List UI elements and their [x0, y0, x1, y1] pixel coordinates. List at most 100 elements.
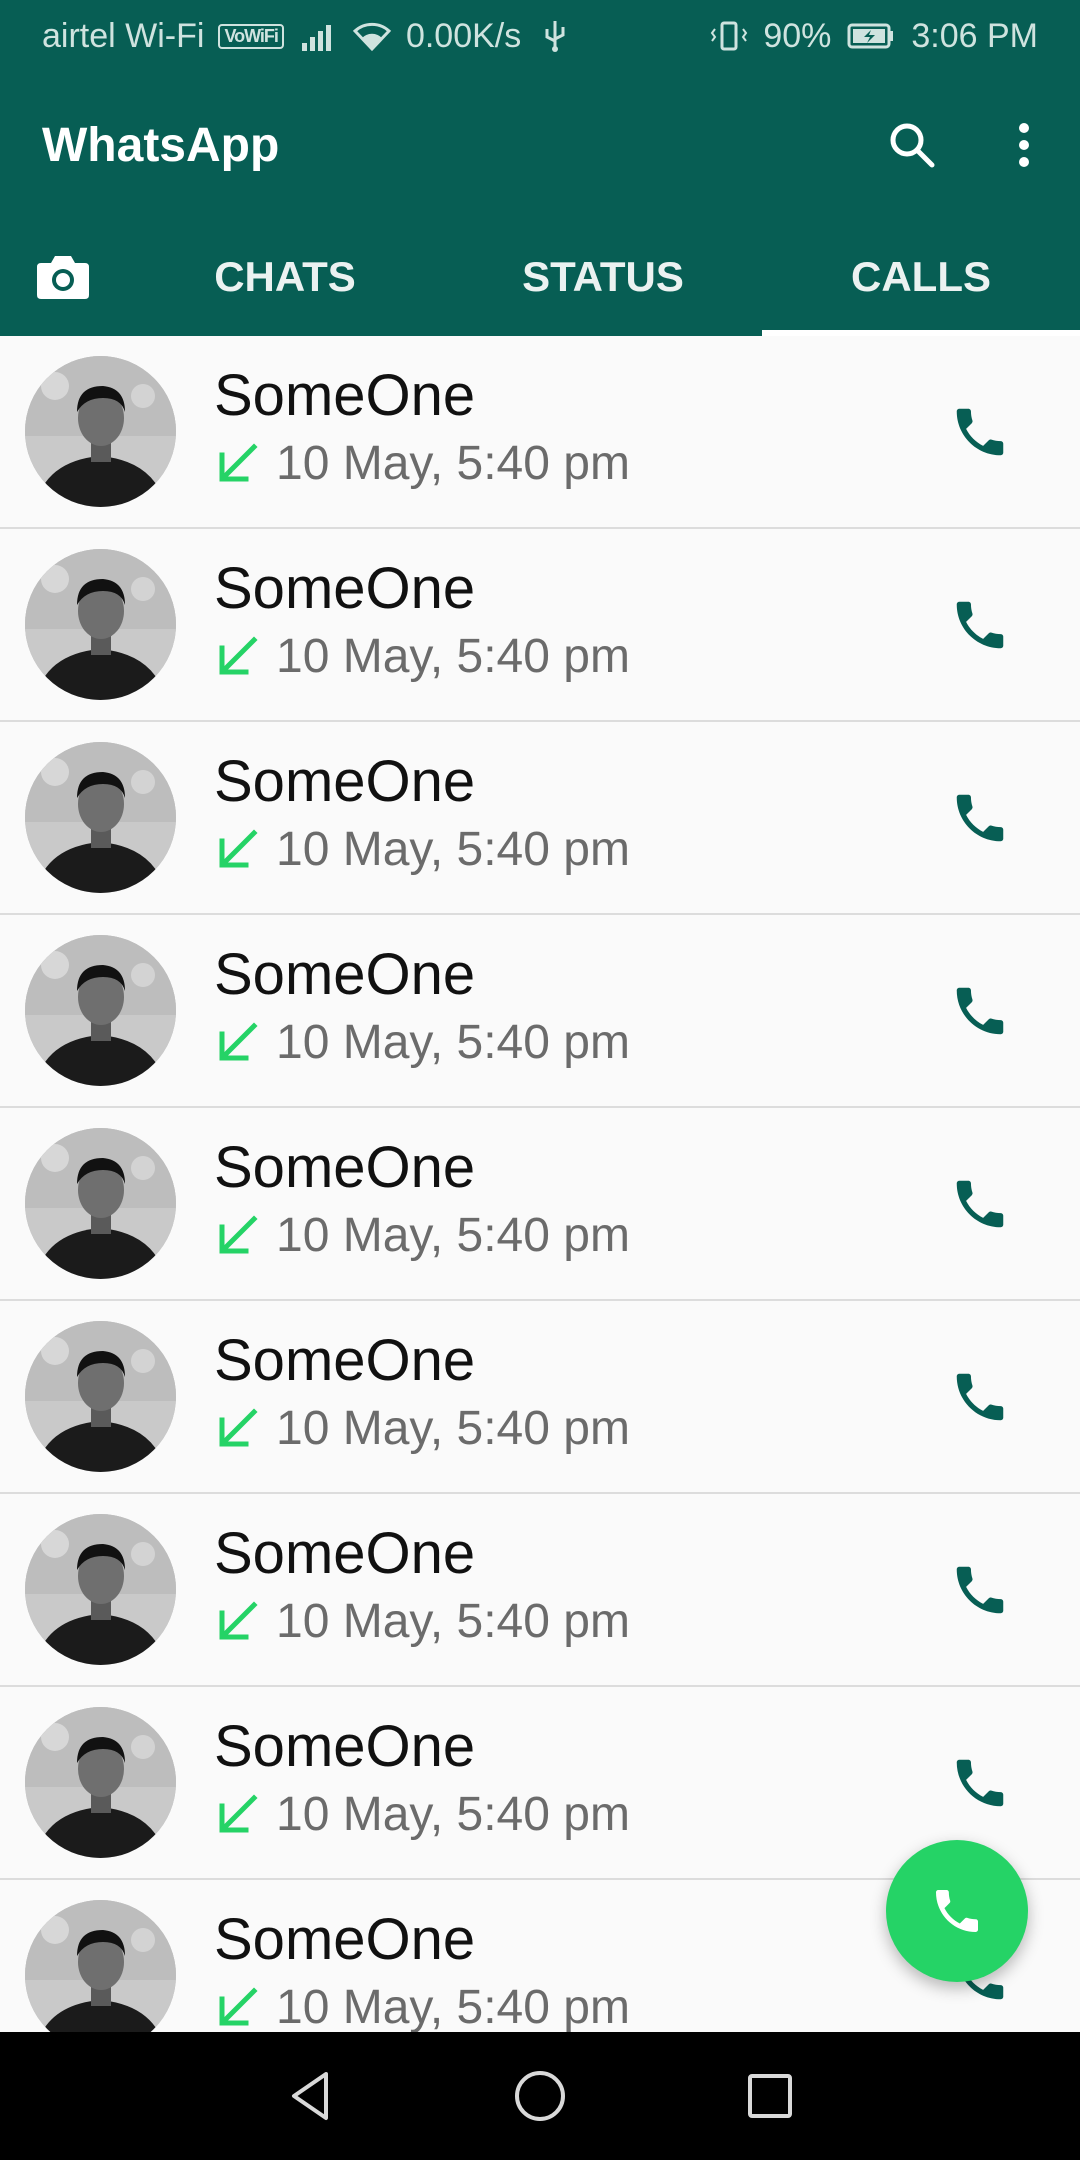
call-info: SomeOne 10 May, 5:40 pm — [214, 362, 630, 492]
voice-call-button[interactable] — [920, 565, 1040, 685]
back-button[interactable] — [195, 2032, 425, 2160]
avatar[interactable] — [25, 1514, 176, 1665]
avatar-photo-icon — [25, 1514, 176, 1665]
call-meta: 10 May, 5:40 pm — [214, 1980, 630, 2032]
call-row[interactable]: SomeOne 10 May, 5:40 pm — [0, 529, 1080, 722]
call-info: SomeOne 10 May, 5:40 pm — [214, 1327, 630, 1457]
avatar[interactable] — [25, 1128, 176, 1279]
incoming-call-arrow-icon — [219, 829, 258, 868]
avatar[interactable] — [25, 1321, 176, 1472]
incoming-call-arrow-icon — [219, 1601, 258, 1640]
call-row[interactable]: SomeOne 10 May, 5:40 pm — [0, 1108, 1080, 1301]
tab-bar: CHATS STATUS CALLS — [0, 218, 1080, 336]
incoming-call-arrow-icon — [219, 443, 258, 482]
incoming-call-arrow-icon — [219, 1987, 258, 2026]
app-title: WhatsApp — [42, 118, 280, 172]
avatar-photo-icon — [25, 1128, 176, 1279]
phone-icon — [956, 601, 1004, 648]
call-meta: 10 May, 5:40 pm — [214, 1208, 630, 1264]
call-meta: 10 May, 5:40 pm — [214, 1594, 630, 1650]
call-time: 10 May, 5:40 pm — [276, 1209, 630, 1262]
tab-camera[interactable] — [0, 218, 126, 336]
avatar-photo-icon — [25, 1900, 176, 2032]
new-call-icon — [936, 1890, 978, 1932]
call-row[interactable]: SomeOne 10 May, 5:40 pm — [0, 722, 1080, 915]
call-time: 10 May, 5:40 pm — [276, 630, 630, 683]
net-speed: 0.00K/s — [405, 16, 522, 55]
avatar[interactable] — [25, 935, 176, 1086]
contact-name: SomeOne — [214, 363, 476, 428]
call-meta: 10 May, 5:40 pm — [214, 1401, 630, 1457]
phone-icon — [956, 1373, 1004, 1420]
contact-name: SomeOne — [214, 749, 476, 814]
camera-icon — [37, 256, 89, 299]
call-meta: 10 May, 5:40 pm — [214, 629, 630, 685]
voice-call-button[interactable] — [920, 758, 1040, 878]
voice-call-button[interactable] — [920, 372, 1040, 492]
avatar[interactable] — [25, 742, 176, 893]
call-meta: 10 May, 5:40 pm — [214, 1015, 630, 1071]
vowifi-badge: VoWiFi — [218, 23, 284, 49]
avatar-photo-icon — [25, 1321, 176, 1472]
avatar[interactable] — [25, 549, 176, 700]
call-row[interactable]: SomeOne 10 May, 5:40 pm — [0, 915, 1080, 1108]
battery-charging-icon — [847, 23, 894, 49]
call-meta: 10 May, 5:40 pm — [214, 1787, 630, 1843]
call-time: 10 May, 5:40 pm — [276, 1981, 630, 2032]
search-icon — [890, 123, 935, 168]
recents-button[interactable] — [655, 2032, 885, 2160]
call-list[interactable]: SomeOne 10 May, 5:40 pm SomeOne 10 May, … — [0, 336, 1080, 2032]
call-info: SomeOne 10 May, 5:40 pm — [214, 748, 630, 878]
call-info: SomeOne 10 May, 5:40 pm — [214, 1134, 630, 1264]
voice-call-button[interactable] — [920, 1723, 1040, 1843]
voice-call-button[interactable] — [920, 1144, 1040, 1264]
tab-chats[interactable]: CHATS — [126, 218, 444, 336]
call-time: 10 May, 5:40 pm — [276, 1016, 630, 1069]
app-bar: WhatsApp — [0, 72, 1080, 218]
call-time: 10 May, 5:40 pm — [276, 437, 630, 490]
tab-status[interactable]: STATUS — [444, 218, 762, 336]
contact-name: SomeOne — [214, 556, 476, 621]
contact-name: SomeOne — [214, 1328, 476, 1393]
call-row[interactable]: SomeOne 10 May, 5:40 pm — [0, 336, 1080, 529]
avatar[interactable] — [25, 1707, 176, 1858]
voice-call-button[interactable] — [920, 1337, 1040, 1457]
call-row[interactable]: SomeOne 10 May, 5:40 pm — [0, 1301, 1080, 1494]
call-time: 10 May, 5:40 pm — [276, 1595, 630, 1648]
contact-name: SomeOne — [214, 1135, 476, 1200]
phone-icon — [956, 1566, 1004, 1613]
avatar-photo-icon — [25, 356, 176, 507]
phone-icon — [956, 987, 1004, 1034]
contact-name: SomeOne — [214, 1907, 476, 1972]
incoming-call-arrow-icon — [219, 1215, 258, 1254]
call-time: 10 May, 5:40 pm — [276, 1402, 630, 1455]
phone-icon — [956, 1180, 1004, 1227]
call-row[interactable]: SomeOne 10 May, 5:40 pm — [0, 1494, 1080, 1687]
call-time: 10 May, 5:40 pm — [276, 823, 630, 876]
recents-square-icon — [748, 2074, 792, 2118]
search-button[interactable] — [856, 89, 968, 201]
call-info: SomeOne 10 May, 5:40 pm — [214, 1906, 630, 2032]
tab-calls[interactable]: CALLS — [762, 218, 1080, 336]
status-bar: airtel Wi-Fi VoWiFi 0.00K/s 90% 3:06 PM — [0, 0, 1080, 72]
avatar-photo-icon — [25, 742, 176, 893]
incoming-call-arrow-icon — [219, 1408, 258, 1447]
wifi-icon — [352, 22, 392, 52]
new-call-fab[interactable] — [886, 1840, 1028, 1982]
call-info: SomeOne 10 May, 5:40 pm — [214, 1713, 630, 1843]
voice-call-button[interactable] — [920, 1530, 1040, 1650]
phone-icon — [956, 794, 1004, 841]
voice-call-button[interactable] — [920, 951, 1040, 1071]
contact-name: SomeOne — [214, 1521, 476, 1586]
incoming-call-arrow-icon — [219, 1022, 258, 1061]
more-vert-icon — [1019, 123, 1029, 167]
avatar-photo-icon — [25, 549, 176, 700]
incoming-call-arrow-icon — [219, 636, 258, 675]
avatar[interactable] — [25, 356, 176, 507]
home-button[interactable] — [425, 2032, 655, 2160]
call-meta: 10 May, 5:40 pm — [214, 436, 630, 492]
avatar-photo-icon — [25, 1707, 176, 1858]
avatar[interactable] — [25, 1900, 176, 2032]
overflow-menu-button[interactable] — [968, 89, 1080, 201]
contact-name: SomeOne — [214, 1714, 476, 1779]
